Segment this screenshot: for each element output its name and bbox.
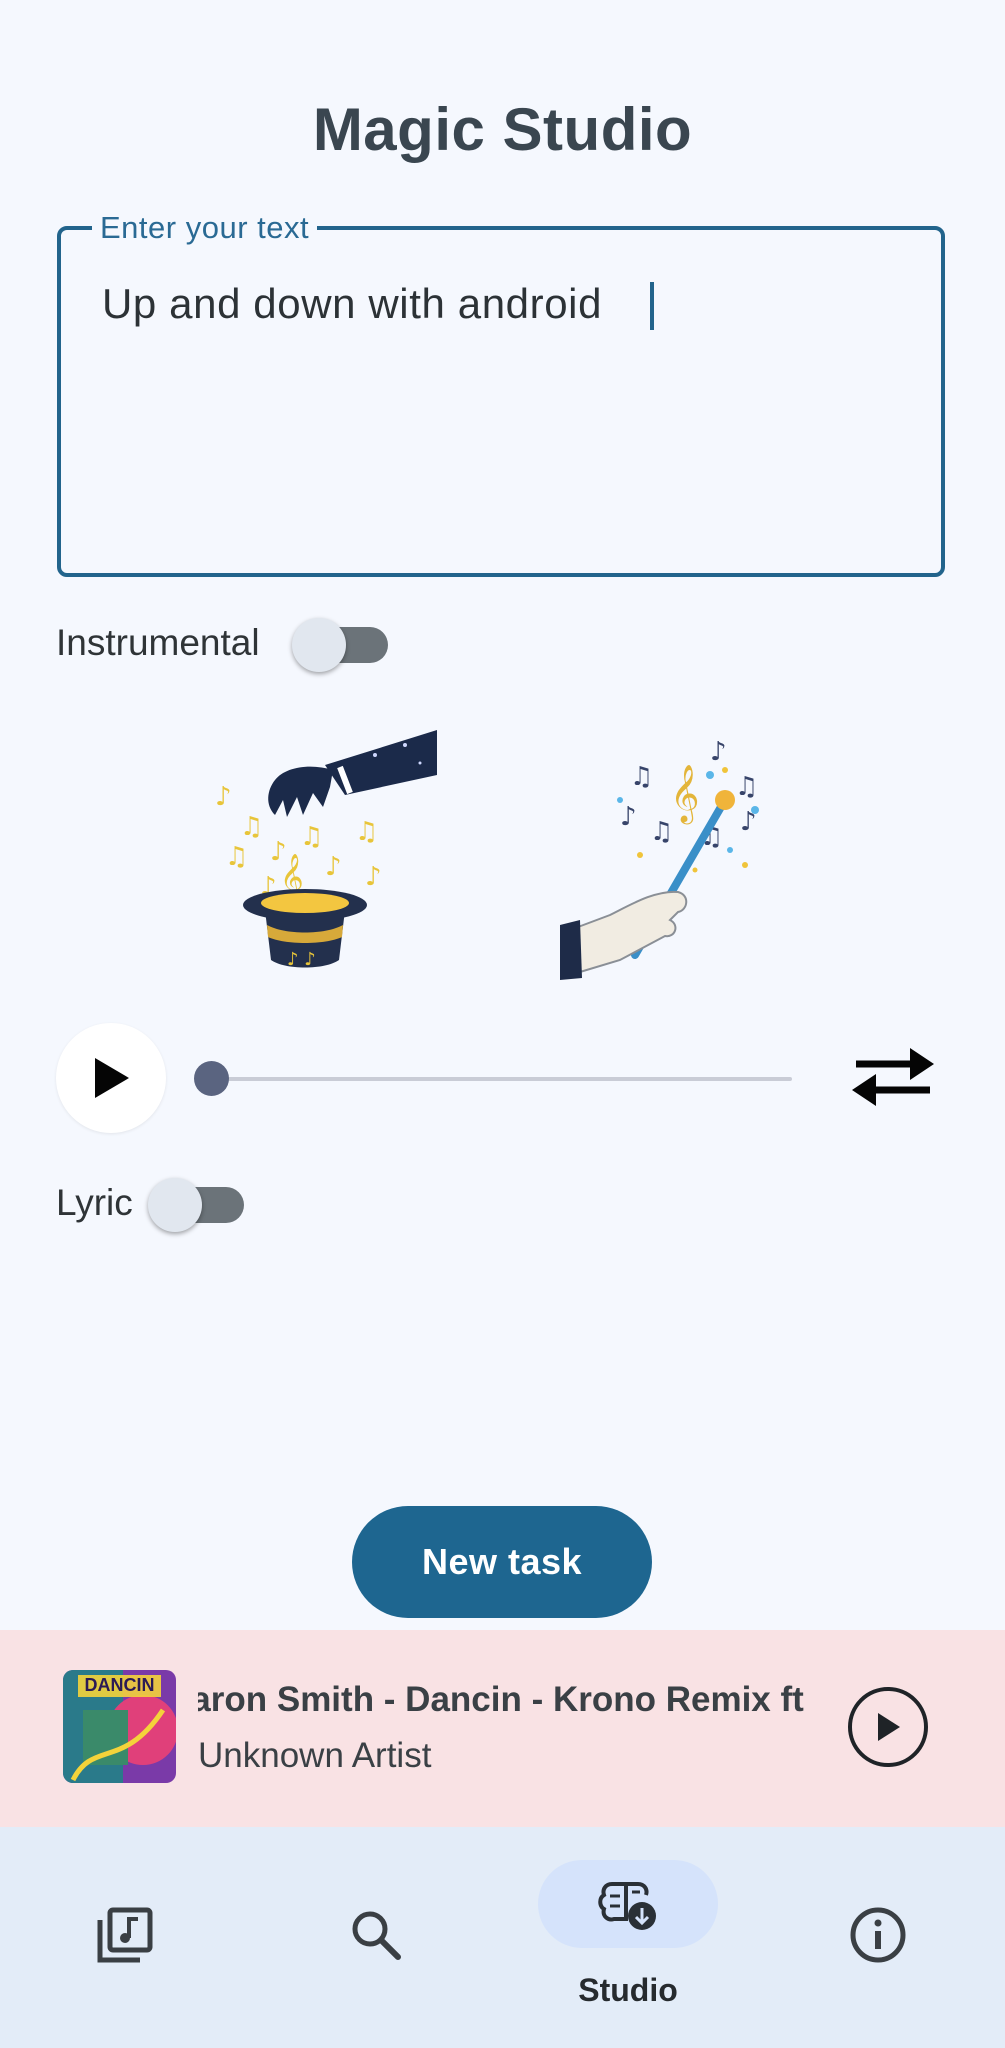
svg-text:♪: ♪ bbox=[325, 852, 342, 882]
library-music-icon bbox=[97, 1907, 153, 1963]
instrumental-switch-thumb bbox=[292, 618, 346, 672]
page-title: Magic Studio bbox=[312, 96, 693, 163]
instrumental-switch[interactable] bbox=[292, 615, 392, 675]
album-art-text: DANCIN bbox=[84, 1675, 155, 1695]
nav-label-studio: Studio bbox=[578, 1972, 678, 2008]
info-icon bbox=[850, 1907, 906, 1963]
svg-text:♫: ♫ bbox=[225, 842, 248, 872]
nav-item-studio-icon-wrap bbox=[588, 1870, 668, 1940]
svg-text:♪: ♪ bbox=[710, 737, 727, 767]
play-icon bbox=[95, 1058, 129, 1098]
text-caret bbox=[650, 282, 654, 330]
preview-play-button[interactable] bbox=[56, 1023, 166, 1133]
instrumental-label: Instrumental bbox=[56, 622, 260, 663]
search-icon bbox=[352, 1911, 401, 1960]
slider-thumb[interactable] bbox=[194, 1061, 229, 1096]
prompt-field-value[interactable]: Up and down with android bbox=[102, 280, 602, 328]
svg-text:♪: ♪ bbox=[215, 782, 232, 812]
svg-text:♪ ♪: ♪ ♪ bbox=[287, 949, 316, 970]
lyric-switch-thumb bbox=[148, 1178, 202, 1232]
conductor-wand-illustration: ♫♪ ♫ ♪♫♪ ♫ 𝄞 bbox=[560, 737, 759, 980]
lyric-label: Lyric bbox=[56, 1182, 133, 1223]
svg-text:♫: ♫ bbox=[630, 762, 653, 792]
new-task-button[interactable]: New task bbox=[352, 1506, 652, 1618]
svg-text:♪: ♪ bbox=[365, 862, 382, 892]
prompt-field-label: Enter your text bbox=[92, 210, 318, 246]
studio-brain-icon bbox=[598, 1882, 656, 1930]
slider-track bbox=[212, 1077, 792, 1081]
album-art: DANCIN bbox=[63, 1670, 176, 1783]
nav-item-info[interactable] bbox=[838, 1895, 918, 1975]
swap-arrows-icon[interactable] bbox=[848, 1042, 938, 1112]
now-playing-title: Aaron Smith - Dancin - Krono Remix ft bbox=[198, 1680, 804, 1719]
svg-text:♫: ♫ bbox=[300, 822, 323, 852]
svg-text:♫: ♫ bbox=[240, 812, 263, 842]
prompt-text-field[interactable] bbox=[57, 226, 945, 577]
lyric-switch[interactable] bbox=[148, 1175, 248, 1235]
svg-text:♫: ♫ bbox=[735, 772, 758, 802]
play-icon bbox=[878, 1713, 900, 1741]
svg-text:𝄞: 𝄞 bbox=[670, 764, 700, 825]
nav-item-search[interactable] bbox=[336, 1895, 416, 1975]
nav-item-library[interactable] bbox=[85, 1895, 165, 1975]
now-playing-artist: Unknown Artist bbox=[198, 1736, 432, 1775]
svg-text:♪: ♪ bbox=[620, 802, 637, 832]
mini-player-play-button[interactable] bbox=[848, 1687, 928, 1767]
svg-text:♫: ♫ bbox=[355, 817, 378, 847]
magic-hat-illustration: ♪♫♪ ♫♪♫ ♪♫♪ 𝄞 ♪ ♪ bbox=[215, 730, 437, 970]
